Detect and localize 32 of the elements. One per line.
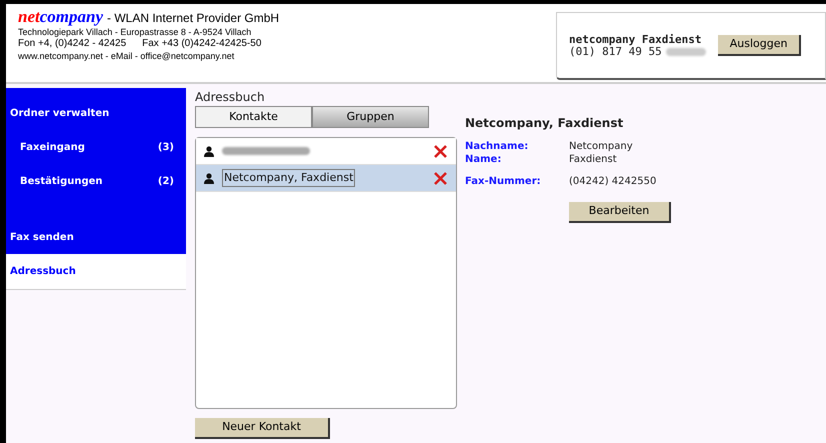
sidebar-item[interactable]: Adressbuch bbox=[6, 254, 186, 290]
field-label: Nachname: bbox=[465, 140, 530, 153]
fax-text: Fax +43 (0)4242-42425-50 bbox=[142, 38, 262, 50]
page-title: Adressbuch bbox=[195, 89, 266, 106]
field-value: Faxdienst bbox=[569, 153, 617, 166]
sidebar-item[interactable]: Ordner verwalten bbox=[6, 96, 186, 130]
new-contact-button[interactable]: Neuer Kontakt bbox=[195, 418, 330, 438]
sidebar-item[interactable]: Faxeingang (3) bbox=[6, 130, 186, 164]
contact-title: Netcompany, Faxdienst bbox=[465, 115, 624, 132]
web-text: www.netcompany.net - eMail - office@netcompany.net bbox=[18, 50, 236, 62]
person-icon bbox=[204, 172, 214, 184]
tab[interactable]: Gruppen bbox=[312, 106, 429, 128]
account-number: (01) 817 49 55 bbox=[569, 46, 662, 58]
edit-button[interactable]: Bearbeiten bbox=[569, 202, 671, 222]
brand-logo: netcompany bbox=[18, 8, 104, 26]
delete-icon[interactable] bbox=[433, 144, 448, 158]
address-text: Technologiepark Villach - Europastrasse 8 - A-9524 Villach bbox=[18, 26, 252, 38]
field-value: (04242) 4242550 bbox=[569, 175, 656, 188]
phone-text: Fon +4, (0)4242 - 42425 bbox=[18, 38, 126, 50]
contact-row[interactable] bbox=[196, 138, 456, 165]
sidebar-item[interactable]: Fax senden bbox=[6, 220, 186, 254]
field-label: Name: bbox=[465, 153, 502, 166]
field-label: Fax-Nummer: bbox=[465, 175, 542, 188]
person-icon bbox=[204, 146, 214, 156]
delete-icon[interactable] bbox=[433, 170, 448, 186]
logout-button[interactable]: Ausloggen bbox=[718, 35, 802, 56]
contact-row[interactable]: Netcompany, Faxdienst bbox=[196, 165, 456, 192]
company-tagline: - WLAN Internet Provider GmbH bbox=[107, 12, 280, 24]
sidebar-item[interactable]: Bestätigungen (2) bbox=[6, 164, 186, 198]
account-name: netcompany Faxdienst bbox=[569, 34, 702, 46]
field-value: Netcompany bbox=[569, 140, 633, 153]
tab[interactable]: Kontakte bbox=[195, 106, 312, 128]
